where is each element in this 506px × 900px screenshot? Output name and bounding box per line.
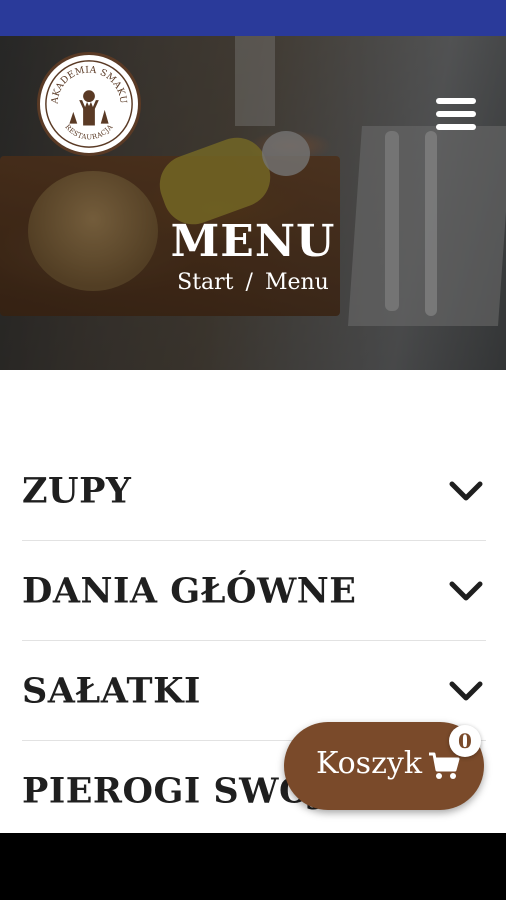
hero-content: MENU Start / Menu [0,216,506,295]
accordion-label: SAŁATKI [22,670,201,711]
cart-label: Koszyk [316,746,422,781]
deer-logo-icon: AKADEMIA SMAKU RESTAURACJA [45,60,133,148]
shopping-cart-icon [429,752,460,779]
system-navigation-bar [0,833,506,900]
accordion-label: PIEROGI SWOJ [22,770,328,812]
hamburger-bar [436,98,476,104]
hamburger-bar [436,111,476,117]
status-bar [0,0,506,36]
accordion-label: DANIA GŁÓWNE [22,570,357,611]
breadcrumb-separator: / [245,270,253,295]
chevron-down-icon [449,681,483,700]
restaurant-logo[interactable]: AKADEMIA SMAKU RESTAURACJA [37,52,141,156]
breadcrumb-home-link[interactable]: Start [177,270,233,295]
accordion-label: ZUPY [22,470,132,511]
chevron-down-icon [449,581,483,600]
hamburger-bar [436,124,476,130]
accordion-item-zupy[interactable]: ZUPY [22,441,486,541]
cart-count-badge: 0 [449,725,481,757]
chevron-down-icon [449,481,483,500]
breadcrumb: Start / Menu [0,270,506,295]
page-title: MENU [170,216,336,267]
hamburger-menu-icon[interactable] [436,98,476,132]
breadcrumb-current: Menu [264,270,329,295]
accordion-item-dania-glowne[interactable]: DANIA GŁÓWNE [22,541,486,641]
